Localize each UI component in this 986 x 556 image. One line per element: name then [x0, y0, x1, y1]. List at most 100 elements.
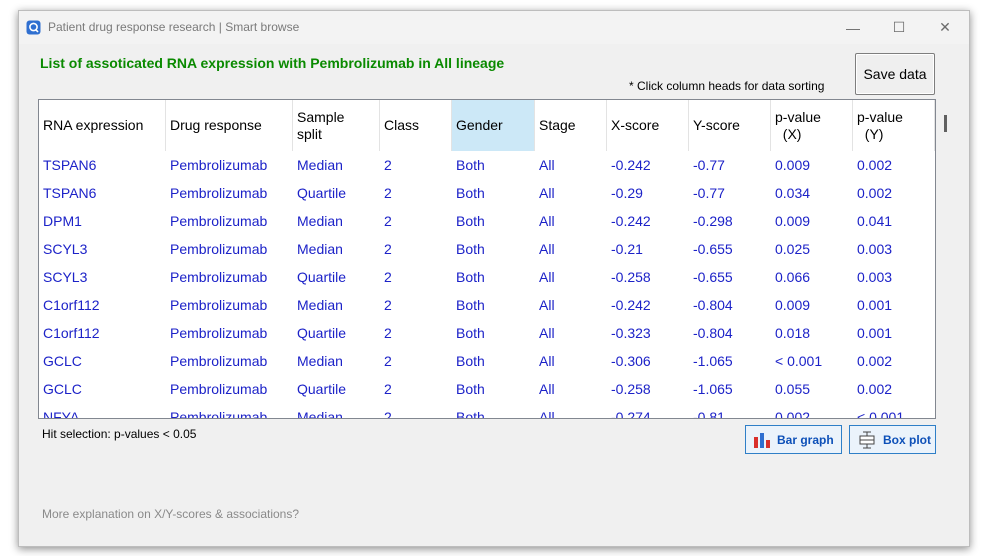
maximize-button[interactable]: ☐	[876, 11, 922, 44]
table-cell: 2	[384, 325, 392, 341]
table-scrollbar[interactable]	[944, 115, 947, 132]
table-cell: 0.003	[857, 241, 893, 257]
table-cell: -0.804	[693, 325, 733, 341]
table-row[interactable]: TSPAN6 Pembrolizumab Median 2 Both All -0.242 -…	[39, 151, 935, 179]
table-cell: 0.009	[775, 213, 811, 229]
table-row[interactable]: DPM1 Pembrolizumab Median 2 Both All -0.242 -0.…	[39, 207, 935, 235]
box-plot-label: Box plot	[883, 432, 931, 447]
table-cell: Both	[456, 269, 485, 285]
table-cell: C1orf112	[43, 297, 100, 313]
table-cell: GCLC	[43, 381, 82, 397]
table-cell: -0.242	[611, 157, 651, 173]
table-cell: -0.21	[611, 241, 643, 257]
table-cell: < 0.001	[775, 353, 823, 369]
table-cell: All	[539, 381, 555, 397]
column-header-sample-split[interactable]: Sample split	[293, 100, 380, 151]
table-cell: All	[539, 269, 555, 285]
table-cell: -1.065	[693, 353, 733, 369]
column-header-drug-response[interactable]: Drug response	[166, 100, 293, 151]
table-cell: 0.002	[857, 157, 893, 173]
table-cell: Pembrolizumab	[170, 185, 268, 201]
hit-selection-note: Hit selection: p-values < 0.05	[42, 427, 197, 441]
table-cell: Pembrolizumab	[170, 409, 268, 419]
results-table[interactable]: RNA expression Drug response Sample split Cl…	[38, 99, 936, 419]
table-cell: Pembrolizumab	[170, 241, 268, 257]
table-cell: All	[539, 157, 555, 173]
table-cell: 2	[384, 381, 392, 397]
table-cell: Both	[456, 297, 485, 313]
box-plot-button[interactable]: Box plot	[849, 425, 936, 454]
table-cell: Both	[456, 381, 485, 397]
table-row[interactable]: C1orf112 Pembrolizumab Quartile 2 Both All -0.…	[39, 319, 935, 347]
table-cell: 2	[384, 185, 392, 201]
column-header-class[interactable]: Class	[380, 100, 452, 151]
table-cell: NFYA	[43, 409, 80, 419]
table-cell: -0.298	[693, 213, 733, 229]
table-row[interactable]: GCLC Pembrolizumab Median 2 Both All -0.306 -1.…	[39, 347, 935, 375]
table-cell: 2	[384, 297, 392, 313]
save-data-button[interactable]: Save data	[855, 53, 935, 95]
table-cell: 0.018	[775, 325, 811, 341]
close-button[interactable]: ✕	[922, 11, 968, 44]
column-header-rna-expression[interactable]: RNA expression	[39, 100, 166, 151]
table-cell: Pembrolizumab	[170, 353, 268, 369]
window-title: Patient drug response research | Smart b…	[48, 20, 300, 34]
table-cell: Quartile	[297, 381, 347, 397]
column-header-x-score[interactable]: X-score	[607, 100, 689, 151]
table-cell: Pembrolizumab	[170, 269, 268, 285]
column-header-gender[interactable]: Gender	[452, 100, 535, 151]
table-row[interactable]: SCYL3 Pembrolizumab Median 2 Both All -0.21 -0.…	[39, 235, 935, 263]
table-cell: Both	[456, 185, 485, 201]
table-cell: Pembrolizumab	[170, 157, 268, 173]
table-cell: All	[539, 185, 555, 201]
table-cell: DPM1	[43, 213, 82, 229]
table-cell: Pembrolizumab	[170, 325, 268, 341]
table-cell: 0.003	[857, 269, 893, 285]
table-cell: 0.034	[775, 185, 811, 201]
table-cell: All	[539, 297, 555, 313]
table-cell: Both	[456, 157, 485, 173]
minimize-button[interactable]: —	[830, 11, 876, 44]
table-row[interactable]: GCLC Pembrolizumab Quartile 2 Both All -0.258 -…	[39, 375, 935, 403]
table-cell: 2	[384, 241, 392, 257]
column-header-p-value-y[interactable]: p-value (Y)	[853, 100, 935, 151]
table-cell: SCYL3	[43, 241, 88, 257]
table-cell: Pembrolizumab	[170, 381, 268, 397]
table-cell: -0.258	[611, 269, 651, 285]
table-cell: All	[539, 213, 555, 229]
table-row[interactable]: TSPAN6 Pembrolizumab Quartile 2 Both All -0.29…	[39, 179, 935, 207]
table-cell: All	[539, 353, 555, 369]
table-cell: Quartile	[297, 325, 347, 341]
table-cell: Both	[456, 325, 485, 341]
table-cell: Both	[456, 353, 485, 369]
table-cell: 0.002	[857, 185, 893, 201]
table-cell: -0.242	[611, 297, 651, 313]
table-cell: 0.002	[857, 381, 893, 397]
box-plot-icon	[859, 431, 875, 448]
bar-graph-button[interactable]: Bar graph	[745, 425, 842, 454]
table-cell: 0.066	[775, 269, 811, 285]
table-cell: Both	[456, 213, 485, 229]
table-row[interactable]: C1orf112 Pembrolizumab Median 2 Both All -0.24…	[39, 291, 935, 319]
table-cell: Both	[456, 241, 485, 257]
column-header-stage[interactable]: Stage	[535, 100, 607, 151]
table-cell: Pembrolizumab	[170, 213, 268, 229]
column-header-y-score[interactable]: Y-score	[689, 100, 771, 151]
table-cell: C1orf112	[43, 325, 100, 341]
table-cell: Quartile	[297, 269, 347, 285]
table-cell: TSPAN6	[43, 157, 97, 173]
table-cell: -0.655	[693, 241, 733, 257]
table-cell: All	[539, 325, 555, 341]
table-cell: Both	[456, 409, 485, 419]
page-heading: List of assoticated RNA expression with …	[40, 55, 505, 71]
table-cell: -0.804	[693, 297, 733, 313]
column-header-p-value-x[interactable]: p-value (X)	[771, 100, 853, 151]
table-cell: 0.041	[857, 213, 893, 229]
explanation-link[interactable]: More explanation on X/Y-scores & associa…	[42, 507, 299, 521]
app-icon	[26, 20, 41, 35]
table-cell: -0.258	[611, 381, 651, 397]
table-row[interactable]: SCYL3 Pembrolizumab Quartile 2 Both All -0.258…	[39, 263, 935, 291]
table-cell: Median	[297, 409, 343, 419]
table-row[interactable]: NFYA Pembrolizumab Median 2 Both All -0.274 -0.…	[39, 403, 935, 419]
table-cell: < 0.001	[857, 409, 905, 419]
